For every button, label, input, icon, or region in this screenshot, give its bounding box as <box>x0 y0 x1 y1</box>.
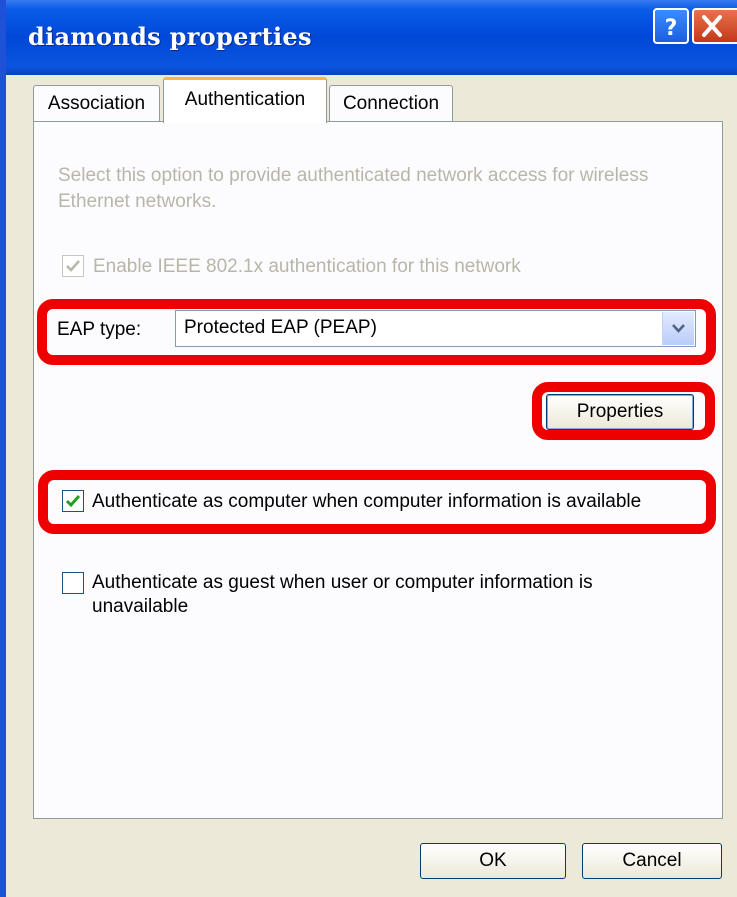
question-mark-icon: ? <box>665 16 678 41</box>
help-button[interactable]: ? <box>653 8 689 44</box>
properties-window: diamonds properties ? Association Authen… <box>0 0 737 897</box>
tab-association[interactable]: Association <box>33 85 160 122</box>
window-border <box>0 0 6 897</box>
cancel-button[interactable]: Cancel <box>582 843 722 879</box>
window-title: diamonds properties <box>28 22 312 51</box>
chevron-down-icon <box>672 324 685 333</box>
auth-as-computer-checkbox[interactable] <box>62 490 84 512</box>
auth-as-guest-label: Authenticate as guest when user or compu… <box>92 572 593 617</box>
svg-text:?: ? <box>665 16 678 41</box>
auth-as-computer-label: Authenticate as computer when computer i… <box>92 491 642 512</box>
ok-button[interactable]: OK <box>420 843 566 879</box>
close-button[interactable] <box>692 8 737 44</box>
checkmark-icon <box>65 495 81 508</box>
eap-type-select[interactable]: Protected EAP (PEAP) <box>175 310 696 347</box>
eap-type-label: EAP type: <box>57 319 142 340</box>
auth-as-guest-checkbox[interactable] <box>62 572 84 594</box>
tab-authentication[interactable]: Authentication <box>163 77 327 123</box>
dropdown-arrow-button[interactable] <box>662 312 694 345</box>
title-bar[interactable]: diamonds properties ? <box>0 0 737 75</box>
properties-button[interactable]: Properties <box>546 394 694 430</box>
enable-8021x-checkbox[interactable] <box>62 255 84 277</box>
authentication-panel <box>33 121 723 819</box>
description-text: Select this option to provide authentica… <box>58 165 649 212</box>
tab-connection[interactable]: Connection <box>329 85 453 122</box>
enable-8021x-label: Enable IEEE 802.1x authentication for th… <box>93 256 521 277</box>
checkmark-icon <box>66 260 80 272</box>
eap-type-value: Protected EAP (PEAP) <box>184 317 377 338</box>
close-x-icon <box>702 15 722 37</box>
